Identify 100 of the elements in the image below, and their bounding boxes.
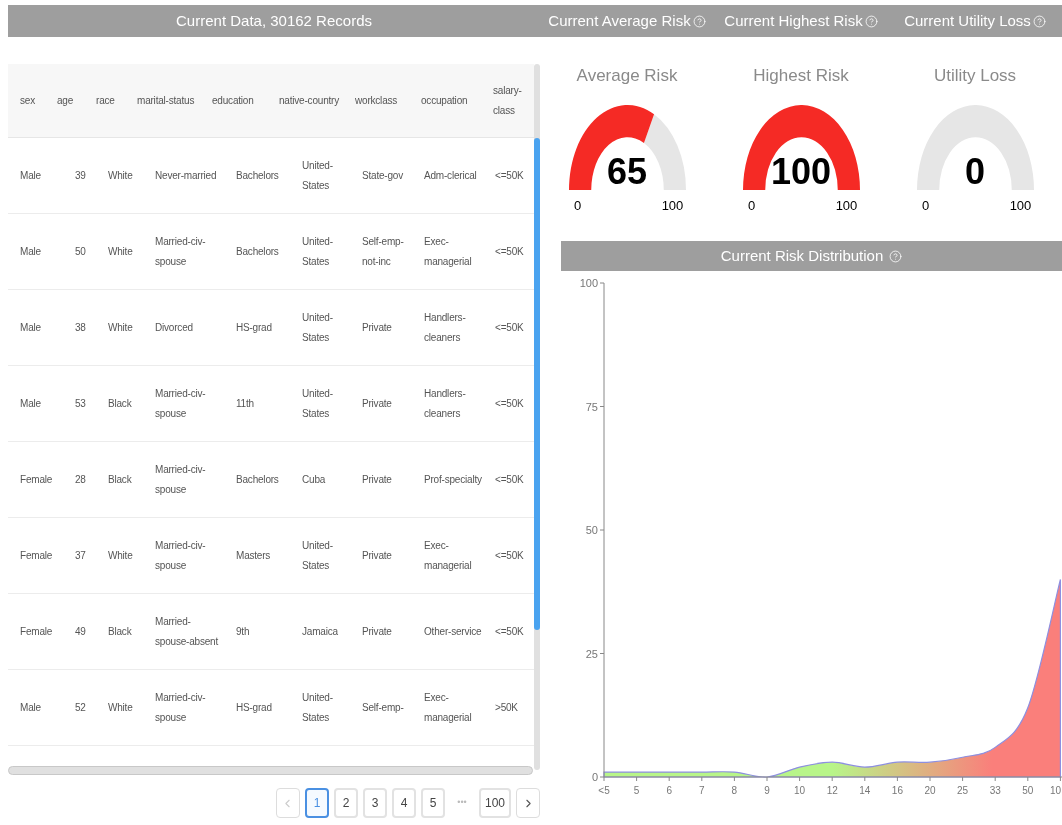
help-icon[interactable]: [889, 249, 903, 263]
table-cell-text: >50K: [494, 700, 519, 715]
table-cell-text: White: [107, 244, 134, 259]
column-header: workclass: [354, 93, 399, 108]
table-cell-text: Married-spouse-absent: [154, 614, 219, 649]
table-cell-text: 11th: [235, 396, 255, 411]
table-cell-text: Married-civ-spouse: [154, 690, 207, 725]
table-cell-text: <=50K: [494, 244, 525, 259]
table-cell-text: Black: [107, 624, 133, 639]
next-page-button[interactable]: [516, 788, 540, 818]
table-cell-text: United-States: [301, 386, 334, 421]
page-button[interactable]: 100: [478, 788, 511, 818]
table-cell-text: Divorced: [154, 320, 194, 335]
table-cell-text: White: [107, 548, 134, 563]
distribution-title: Current Risk Distribution: [720, 245, 884, 266]
x-tick-label: 8: [731, 785, 738, 796]
data-title: Current Data, 30162 Records: [175, 10, 373, 31]
x-tick-label: 16: [891, 785, 903, 796]
help-icon[interactable]: [864, 14, 878, 28]
table-cell-text: <=50K: [494, 548, 525, 563]
table-cell-text: Private: [361, 624, 393, 639]
table-cell-text: United-States: [301, 234, 334, 269]
table-cell-text: Married-civ-spouse: [154, 234, 207, 269]
table-cell-text: Exec-managerial: [423, 234, 473, 269]
table-cell-text: Female: [19, 472, 54, 487]
column-header: education: [211, 93, 255, 108]
page-button[interactable]: 5: [420, 788, 445, 818]
page-button[interactable]: 4: [391, 788, 416, 818]
table-cell-text: Female: [19, 548, 54, 563]
x-tick-label: 6: [666, 785, 672, 796]
table-cell-text: Private: [361, 472, 393, 487]
table-cell-text: Self-emp-: [361, 700, 405, 715]
gauge-min-label: 0: [572, 197, 583, 215]
gauge-value: 0: [965, 150, 985, 194]
horizontal-scrollbar[interactable]: [8, 766, 533, 775]
x-tick-label: 25: [957, 785, 969, 796]
table-cell-text: <=50K: [494, 168, 525, 183]
y-tick-label: 0: [591, 771, 598, 783]
x-tick-label: 14: [859, 785, 871, 796]
x-tick-label: 50: [1022, 785, 1034, 796]
x-tick-label: <5: [598, 785, 610, 796]
table-cell-text: Male: [19, 168, 42, 183]
column-header: race: [95, 93, 116, 108]
metric-title: Current Utility Loss: [904, 10, 1031, 31]
page-button[interactable]: 3: [362, 788, 387, 818]
table-cell-text: Female: [19, 624, 54, 639]
metric-title: Current Highest Risk: [724, 10, 863, 31]
table-cell-text: 39: [74, 168, 87, 183]
table-cell-text: HS-grad: [235, 700, 273, 715]
table-cell-text: Black: [107, 472, 133, 487]
column-header: salary-class: [492, 83, 523, 118]
table-cell-text: Never-married: [154, 168, 218, 183]
gauge-title: Highest Risk: [753, 65, 849, 87]
y-tick-label: 75: [585, 400, 598, 413]
gauge-min-label: 0: [746, 197, 757, 215]
column-header: sex: [19, 93, 36, 108]
table-cell-text: 9th: [235, 624, 251, 639]
x-tick-label: 7: [699, 785, 705, 796]
table-cell-text: White: [107, 320, 134, 335]
table-cell-text: 38: [74, 320, 87, 335]
table-cell-text: Cuba: [301, 472, 327, 487]
table-cell-text: United-States: [301, 690, 334, 725]
table-cell-text: Private: [361, 396, 393, 411]
table-cell-text: HS-grad: [235, 320, 273, 335]
page-button[interactable]: 2: [333, 788, 358, 818]
table-cell-text: <=50K: [494, 624, 525, 639]
table-cell-text: United-States: [301, 158, 334, 193]
table-cell-text: Private: [361, 320, 393, 335]
metric-title: Current Average Risk: [548, 10, 691, 31]
table-cell-text: White: [107, 168, 134, 183]
table-cell-text: <=50K: [494, 320, 525, 335]
table-cell-text: Male: [19, 396, 42, 411]
column-header: age: [56, 93, 75, 108]
table-cell-text: Self-emp-not-inc: [361, 234, 405, 269]
table-cell-text: Exec-managerial: [423, 690, 473, 725]
y-tick-label: 100: [579, 277, 598, 289]
gauge-max-label: 100: [1008, 197, 1033, 215]
gauge-min-label: 0: [920, 197, 931, 215]
gauge-max-label: 100: [660, 197, 685, 215]
table-cell-text: Bachelors: [235, 244, 280, 259]
table-cell-text: Private: [361, 548, 393, 563]
table-cell-text: State-gov: [361, 168, 404, 183]
table-cell-text: Bachelors: [235, 472, 280, 487]
table-cell-text: United-States: [301, 310, 334, 345]
table-cell-text: United-States: [301, 538, 334, 573]
table-cell-text: Handlers-cleaners: [423, 386, 467, 421]
help-icon[interactable]: [692, 14, 706, 28]
table-cell-text: 28: [74, 472, 87, 487]
vertical-scrollbar[interactable]: [534, 64, 540, 770]
x-tick-label: 20: [924, 785, 936, 796]
x-tick-label: 10: [1049, 785, 1061, 796]
table-cell-text: 50: [74, 244, 87, 259]
help-icon[interactable]: [1032, 14, 1046, 28]
column-header: occupation: [420, 93, 469, 108]
column-header: native-country: [278, 93, 340, 108]
gauge-value: 65: [607, 150, 647, 194]
gauge-max-label: 100: [834, 197, 859, 215]
table-cell-text: Prof-specialty: [423, 472, 483, 487]
gauge-title: Utility Loss: [933, 65, 1017, 87]
table-cell-text: Exec-managerial: [423, 538, 473, 573]
